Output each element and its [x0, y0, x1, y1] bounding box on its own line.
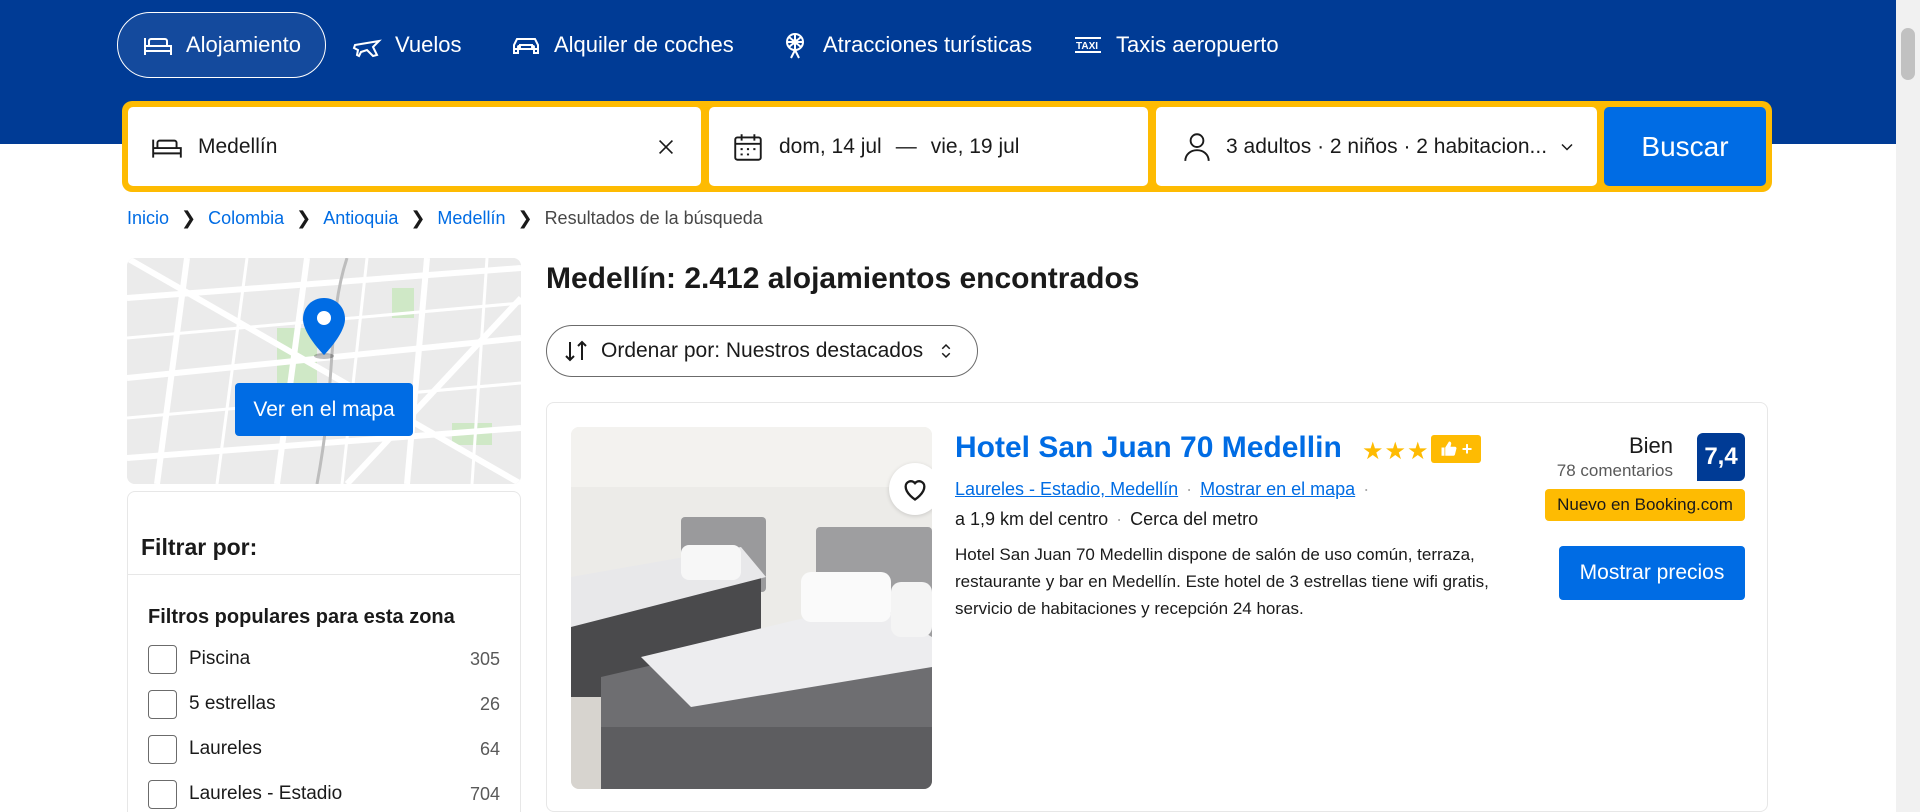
person-icon: [1184, 132, 1210, 161]
dot-separator: ·: [1186, 479, 1193, 499]
metro-text: Cerca del metro: [1130, 509, 1259, 529]
attractions-icon: [786, 33, 804, 59]
close-icon: [658, 139, 674, 154]
heart-icon: [904, 480, 926, 501]
show-on-map-link[interactable]: Mostrar en el mapa: [1200, 479, 1355, 500]
chevron-right-icon: ❯: [181, 208, 197, 228]
chevron-down-icon: [1561, 143, 1573, 151]
map-pin-icon: [303, 298, 345, 359]
tab-car-rental[interactable]: Alquiler de coches: [486, 12, 758, 78]
plane-icon: [352, 39, 382, 58]
show-on-map-button[interactable]: Ver en el mapa: [235, 383, 413, 436]
filter-checkbox[interactable]: [148, 644, 177, 674]
filter-option[interactable]: Piscina 305: [148, 644, 500, 674]
filters-title: Filtrar por:: [141, 534, 258, 560]
sort-dropdown[interactable]: Ordenar por: Nuestros destacados: [546, 325, 978, 377]
car-icon: [513, 38, 539, 54]
destination-field[interactable]: Medellín: [128, 107, 701, 186]
map-preview[interactable]: Ver en el mapa: [127, 258, 521, 484]
star-rating: ★★★: [1362, 438, 1430, 465]
filter-count: 305: [469, 648, 500, 669]
distance-line: a 1,9 km del centro · Cerca del metro: [955, 509, 1258, 530]
bed-icon: [152, 139, 182, 158]
tab-flights[interactable]: Vuelos: [327, 12, 485, 78]
chevron-right-icon: ❯: [296, 208, 312, 228]
filter-option[interactable]: Laureles 64: [148, 734, 500, 764]
filter-option[interactable]: Laureles - Estadio 704: [148, 779, 500, 809]
popular-filters-heading: Filtros populares para esta zona: [148, 606, 455, 628]
results-heading: Medellín: 2.412 alojamientos encontrados: [546, 262, 1140, 295]
tab-airport-taxis[interactable]: TAXI Taxis aeropuerto: [1048, 12, 1303, 78]
guests-field[interactable]: 3 adultos · 2 niños · 2 habitacion...: [1156, 107, 1597, 186]
chevron-updown-icon: [941, 343, 951, 359]
show-prices-button[interactable]: Mostrar precios: [1559, 546, 1745, 600]
filters-panel: Filtrar por: Filtros populares para esta…: [127, 491, 521, 812]
filter-checkbox[interactable]: [148, 734, 177, 764]
rating-word: Bien: [1628, 433, 1673, 458]
breadcrumb-region[interactable]: Antioquia: [323, 208, 398, 229]
chevron-right-icon: ❯: [410, 208, 426, 228]
breadcrumb-city[interactable]: Medellín: [437, 208, 505, 229]
tab-accommodation[interactable]: Alojamiento: [117, 12, 326, 78]
location-link[interactable]: Laureles - Estadio, Medellín: [955, 479, 1178, 500]
hotel-room-photo: [571, 427, 932, 789]
property-card[interactable]: Hotel San Juan 70 Medellin ★★★ + Laurele…: [546, 402, 1768, 812]
checkout-date: vie, 19 jul: [930, 134, 1020, 158]
scrollbar-thumb[interactable]: [1901, 28, 1915, 80]
date-separator: —: [895, 134, 917, 158]
bed-icon: [144, 38, 172, 55]
breadcrumb-home[interactable]: Inicio: [127, 208, 169, 229]
filter-checkbox[interactable]: [148, 779, 177, 809]
filter-label: Laureles: [189, 738, 262, 759]
destination-value: Medellín: [198, 134, 278, 158]
dot-separator: ·: [1116, 509, 1123, 529]
breadcrumb-country[interactable]: Colombia: [208, 208, 284, 229]
clear-destination-button[interactable]: [653, 134, 679, 160]
filter-count: 26: [479, 693, 500, 714]
dot-separator: ·: [1363, 479, 1370, 499]
property-photo[interactable]: [571, 427, 932, 789]
filter-count: 704: [469, 783, 500, 804]
divider: [128, 574, 520, 575]
chevron-right-icon: ❯: [517, 208, 533, 228]
scrollbar[interactable]: [1896, 0, 1920, 812]
filter-label: Laureles - Estadio: [189, 783, 343, 804]
plus-icon: +: [1461, 438, 1473, 459]
location-line: Laureles - Estadio, Medellín · Mostrar e…: [955, 479, 1377, 500]
sort-label: Ordenar por: Nuestros destacados: [601, 339, 924, 362]
filter-label: 5 estrellas: [189, 693, 276, 714]
tab-label: Alojamiento: [186, 32, 301, 57]
breadcrumb-current: Resultados de la búsqueda: [544, 208, 763, 228]
breadcrumb: Inicio ❯ Colombia ❯ Antioquia ❯ Medellín…: [127, 208, 763, 229]
svg-text:TAXI: TAXI: [1076, 41, 1098, 52]
hotel-name-link[interactable]: Hotel San Juan 70 Medellin: [955, 431, 1342, 465]
map-streets-graphic: [127, 258, 521, 484]
hotel-description: Hotel San Juan 70 Medellin dispone de sa…: [955, 545, 1489, 618]
review-count: 78 comentarios: [1556, 461, 1673, 480]
tab-label: Vuelos: [395, 32, 462, 57]
sort-arrows-icon: [565, 340, 587, 362]
tab-label: Taxis aeropuerto: [1116, 32, 1279, 57]
filter-checkbox[interactable]: [148, 689, 177, 719]
search-bar: Medellín dom, 14 jul — vie, 19 jul 3 adu…: [122, 101, 1772, 192]
favorite-button[interactable]: [889, 463, 932, 515]
booking-results-page: Alojamiento Vuelos Alquiler de coches At…: [0, 0, 1920, 812]
dates-field[interactable]: dom, 14 jul — vie, 19 jul: [709, 107, 1148, 186]
taxi-icon: TAXI: [1075, 37, 1101, 53]
tab-label: Atracciones turísticas: [823, 32, 1033, 57]
filter-label: Piscina: [189, 648, 251, 669]
preferred-partner-badge: +: [1431, 435, 1481, 463]
filter-count: 64: [479, 738, 500, 759]
guests-value: 3 adultos · 2 niños · 2 habitacion...: [1226, 134, 1548, 158]
tab-label: Alquiler de coches: [554, 32, 734, 57]
review-score[interactable]: 7,4: [1697, 433, 1745, 481]
filter-option[interactable]: 5 estrellas 26: [148, 689, 500, 719]
search-button[interactable]: Buscar: [1604, 107, 1766, 186]
calendar-icon: [734, 133, 762, 161]
new-on-booking-badge: Nuevo en Booking.com: [1545, 489, 1745, 521]
distance-text: a 1,9 km del centro: [955, 509, 1109, 529]
checkin-date: dom, 14 jul: [779, 134, 882, 158]
tab-attractions[interactable]: Atracciones turísticas: [755, 12, 1056, 78]
thumbs-up-icon: [1441, 441, 1457, 456]
